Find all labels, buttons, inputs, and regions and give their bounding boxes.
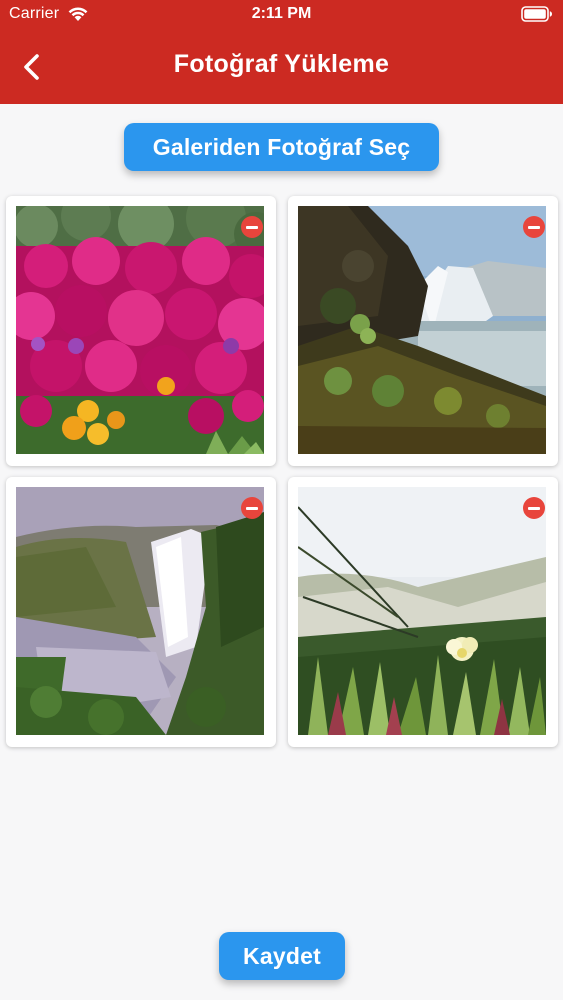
photo-thumbnail	[16, 487, 264, 735]
photo-card	[288, 196, 558, 466]
photo-card	[6, 477, 276, 747]
remove-photo-button[interactable]	[523, 216, 545, 238]
photo-card	[6, 196, 276, 466]
remove-photo-button[interactable]	[241, 216, 263, 238]
battery-icon	[521, 6, 553, 27]
photo-thumbnail	[298, 487, 546, 735]
photo-card	[288, 477, 558, 747]
save-button[interactable]: Kaydet	[219, 932, 345, 980]
status-bar: Carrier 2:11 PM	[0, 0, 563, 30]
pick-from-gallery-button[interactable]: Galeriden Fotoğraf Seç	[124, 123, 439, 171]
remove-photo-button[interactable]	[241, 497, 263, 519]
photo-thumbnail	[298, 206, 546, 454]
remove-photo-button[interactable]	[523, 497, 545, 519]
navigation-bar: Fotoğraf Yükleme	[0, 30, 563, 104]
page-title: Fotoğraf Yükleme	[173, 50, 390, 78]
clock: 2:11 PM	[251, 5, 312, 22]
photo-thumbnail	[16, 206, 264, 454]
